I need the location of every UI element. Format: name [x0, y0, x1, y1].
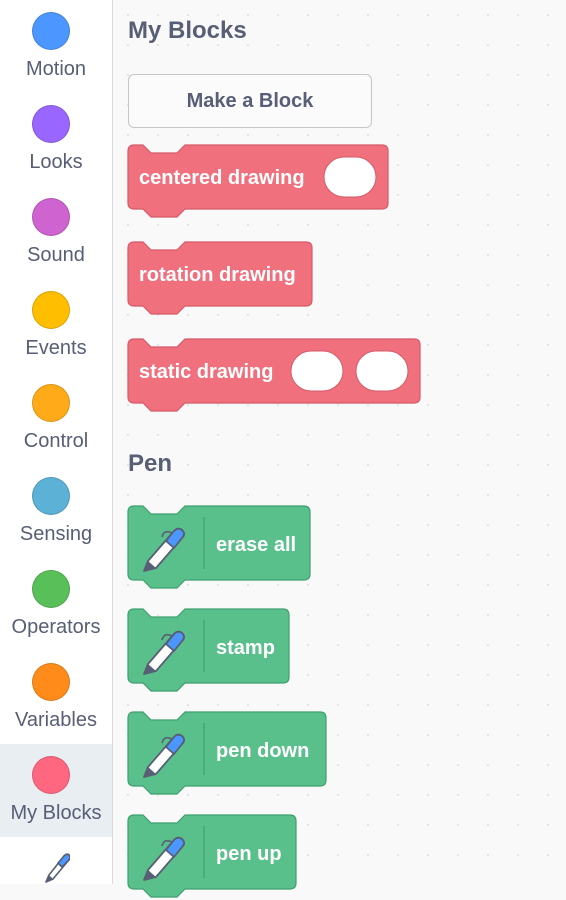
- category-looks[interactable]: Looks: [0, 93, 112, 186]
- block-stamp[interactable]: stamp: [127, 608, 293, 694]
- block-static-drawing[interactable]: static drawing: [127, 338, 423, 414]
- category-label: Sensing: [19, 523, 93, 545]
- category-sensing[interactable]: Sensing: [0, 465, 112, 558]
- block-label: pen up: [216, 843, 282, 865]
- category-motion[interactable]: Motion: [0, 0, 112, 93]
- category-operators[interactable]: Operators: [0, 558, 112, 651]
- variables-dot-icon: [32, 663, 70, 701]
- category-label: Sound: [27, 244, 85, 266]
- boolean-input-slot[interactable]: [323, 156, 377, 198]
- make-a-block-button[interactable]: Make a Block: [128, 74, 372, 128]
- my-blocks-section-title: My Blocks: [128, 17, 247, 44]
- category-label: Motion: [25, 58, 87, 80]
- category-control[interactable]: Control: [0, 372, 112, 465]
- sound-dot-icon: [32, 198, 70, 236]
- motion-dot-icon: [32, 12, 70, 50]
- boolean-input-slot[interactable]: [355, 350, 409, 392]
- looks-dot-icon: [32, 105, 70, 143]
- category-label: Events: [25, 337, 87, 359]
- category-label: My Blocks: [10, 802, 102, 824]
- category-events[interactable]: Events: [0, 279, 112, 372]
- block-label: pen down: [216, 740, 309, 762]
- category-label: Looks: [29, 151, 83, 173]
- block-label: stamp: [216, 637, 275, 659]
- operators-dot-icon: [32, 570, 70, 608]
- block-label: erase all: [216, 534, 296, 556]
- my-blocks-dot-icon: [32, 756, 70, 794]
- pen-section-title: Pen: [128, 450, 173, 477]
- category-label: Control: [23, 430, 89, 452]
- block-pen-down[interactable]: pen down: [127, 711, 329, 797]
- block-erase-all[interactable]: erase all: [127, 505, 313, 591]
- boolean-input-slot[interactable]: [290, 350, 344, 392]
- category-variables[interactable]: Variables: [0, 651, 112, 744]
- category-label: Operators: [11, 616, 101, 638]
- block-pen-up[interactable]: pen up: [127, 814, 299, 900]
- pen-icon[interactable]: [34, 850, 70, 884]
- block-label: rotation drawing: [139, 264, 296, 286]
- block-label: centered drawing: [139, 167, 305, 189]
- block-centered-drawing[interactable]: centered drawing: [127, 144, 390, 220]
- category-sound[interactable]: Sound: [0, 186, 112, 279]
- events-dot-icon: [32, 291, 70, 329]
- control-dot-icon: [32, 384, 70, 422]
- category-my-blocks[interactable]: My Blocks: [0, 744, 112, 837]
- category-label: Variables: [15, 709, 97, 731]
- block-rotation-drawing[interactable]: rotation drawing: [127, 241, 315, 317]
- sensing-dot-icon: [32, 477, 70, 515]
- block-label: static drawing: [139, 361, 273, 383]
- category-sidebar: Motion Looks Sound Events Control Sensin…: [0, 0, 113, 884]
